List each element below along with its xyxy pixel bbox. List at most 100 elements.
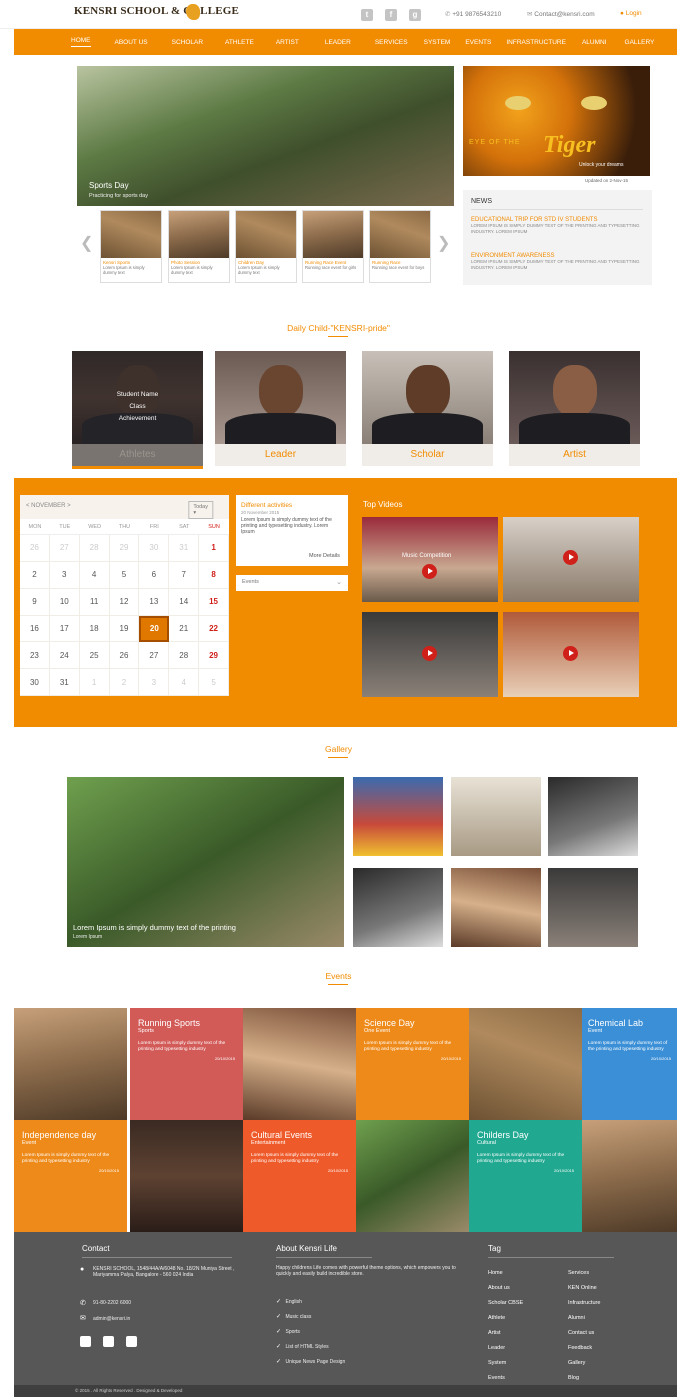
calendar-day[interactable]: 26: [109, 642, 140, 670]
footer-tag-link[interactable]: Feedback: [568, 1341, 600, 1356]
footer-tag-link[interactable]: Infrastructure: [568, 1296, 600, 1311]
calendar-day[interactable]: 27: [139, 642, 170, 670]
calendar-day[interactable]: 15: [199, 588, 229, 616]
nav-gallery[interactable]: GALLERY: [625, 39, 655, 46]
email-contact[interactable]: ✉ Contact@kensri.com: [527, 10, 595, 18]
calendar-day[interactable]: 10: [49, 588, 80, 616]
calendar-day[interactable]: 1: [199, 535, 229, 562]
slider-thumb[interactable]: Children Day Lorem Ipsum is simply dummy…: [235, 210, 297, 283]
daily-card-leader[interactable]: Leader: [215, 351, 346, 469]
nav-alumni[interactable]: ALUMNI: [582, 39, 607, 46]
calendar-day[interactable]: 24: [49, 642, 80, 670]
daily-card-athletes[interactable]: Student Name Class Achievement Athletes: [72, 351, 203, 469]
calendar-day[interactable]: 29: [199, 642, 229, 670]
footer-tag-link[interactable]: Blog: [568, 1371, 600, 1386]
slider-thumb[interactable]: Running Race Event Running race event fo…: [302, 210, 364, 283]
calendar-day[interactable]: 28: [79, 535, 110, 562]
footer-tag-link[interactable]: Scholar CBSE: [488, 1296, 523, 1311]
today-button[interactable]: Today ▾: [188, 501, 213, 519]
google-plus-icon[interactable]: [126, 1336, 137, 1347]
footer-tag-link[interactable]: KEN Online: [568, 1281, 600, 1296]
twitter-icon[interactable]: t: [361, 9, 373, 21]
nav-services[interactable]: SERVICES: [375, 39, 408, 46]
nav-scholar[interactable]: SCHOLAR: [172, 39, 203, 46]
nav-artist[interactable]: ARTIST: [276, 39, 299, 46]
calendar-day[interactable]: 31: [49, 669, 80, 696]
phone-contact[interactable]: ✆ +91 9876543210: [445, 10, 501, 18]
event-card[interactable]: Independence day Event Lorem Ipsum is si…: [14, 1120, 127, 1232]
calendar-day[interactable]: 4: [79, 561, 110, 589]
calendar-day[interactable]: 5: [199, 669, 229, 696]
slider-prev-icon[interactable]: ❮: [80, 233, 93, 253]
play-icon[interactable]: [563, 646, 578, 661]
footer-tag-link[interactable]: Contact us: [568, 1326, 600, 1341]
slider-thumb[interactable]: Photo Session Lorem Ipsum is simply dumm…: [168, 210, 230, 283]
calendar-day[interactable]: 6: [139, 561, 170, 589]
daily-card-scholar[interactable]: Scholar: [362, 351, 493, 469]
calendar-day[interactable]: 13: [139, 588, 170, 616]
video-thumb[interactable]: Music Competition: [362, 517, 498, 602]
activity-title[interactable]: Different activities: [241, 502, 292, 509]
calendar-day[interactable]: 16: [20, 615, 50, 643]
video-thumb[interactable]: [503, 612, 639, 697]
footer-tag-link[interactable]: Services: [568, 1266, 600, 1281]
nav-system[interactable]: SYSTEM: [424, 39, 451, 46]
gallery-main-image[interactable]: Lorem Ipsum is simply dummy text of the …: [67, 777, 344, 947]
footer-tag-link[interactable]: About us: [488, 1281, 523, 1296]
facebook-icon[interactable]: f: [385, 9, 397, 21]
events-select[interactable]: Events ⌄: [236, 575, 348, 591]
event-card[interactable]: Science Day One Event Lorem Ipsum is sim…: [356, 1008, 469, 1120]
video-thumb[interactable]: [503, 517, 639, 602]
calendar-day[interactable]: 25: [79, 642, 110, 670]
calendar-day[interactable]: 19: [109, 615, 140, 643]
slider-thumb[interactable]: Kensri Sports Lorem Ipsum is simply dumm…: [100, 210, 162, 283]
footer-tag-link[interactable]: Athlete: [488, 1311, 523, 1326]
footer-tag-link[interactable]: Artist: [488, 1326, 523, 1341]
calendar-day[interactable]: 17: [49, 615, 80, 643]
facebook-icon[interactable]: [103, 1336, 114, 1347]
calendar-day[interactable]: 12: [109, 588, 140, 616]
footer-tag-link[interactable]: Gallery: [568, 1356, 600, 1371]
calendar-day[interactable]: 26: [20, 535, 50, 562]
calendar-day[interactable]: 4: [169, 669, 200, 696]
calendar-day[interactable]: 22: [199, 615, 229, 643]
calendar-day[interactable]: 2: [109, 669, 140, 696]
login-link[interactable]: ● Login: [620, 10, 642, 17]
slider-thumb[interactable]: Running Race Running race event for boys: [369, 210, 431, 283]
event-card[interactable]: Chemical Lab Event Lorem Ipsum is simply…: [582, 1008, 677, 1120]
calendar-day[interactable]: 3: [49, 561, 80, 589]
calendar-day[interactable]: 9: [20, 588, 50, 616]
google-plus-icon[interactable]: g: [409, 9, 421, 21]
more-details-link[interactable]: More Details: [309, 553, 340, 559]
calendar-day[interactable]: 8: [199, 561, 229, 589]
footer-email[interactable]: admin@kensri.in: [93, 1316, 130, 1322]
nav-home[interactable]: HOME: [71, 37, 91, 47]
gallery-thumb[interactable]: [353, 868, 443, 947]
calendar-day[interactable]: 20: [139, 615, 170, 643]
news-item[interactable]: ENVIRONMENT AWARENESS LOREM IPSUM IS SIM…: [471, 253, 646, 271]
event-card[interactable]: Cultural Events Entertainment Lorem Ipsu…: [243, 1120, 356, 1232]
calendar-day[interactable]: 30: [20, 669, 50, 696]
calendar-day[interactable]: 29: [109, 535, 140, 562]
footer-tag-link[interactable]: System: [488, 1356, 523, 1371]
play-icon[interactable]: [422, 564, 437, 579]
calendar-day[interactable]: 5: [109, 561, 140, 589]
event-card[interactable]: Running Sports Sports Lorem Ipsum is sim…: [130, 1008, 243, 1120]
calendar-day[interactable]: 30: [139, 535, 170, 562]
calendar-day[interactable]: 23: [20, 642, 50, 670]
calendar-day[interactable]: 3: [139, 669, 170, 696]
gallery-thumb[interactable]: [548, 868, 638, 947]
calendar-day[interactable]: 27: [49, 535, 80, 562]
footer-tag-link[interactable]: Events: [488, 1371, 523, 1386]
calendar-day[interactable]: 31: [169, 535, 200, 562]
slider-next-icon[interactable]: ❯: [437, 233, 450, 253]
nav-events[interactable]: EVENTS: [465, 39, 491, 46]
footer-tag-link[interactable]: Alumni: [568, 1311, 600, 1326]
calendar-day[interactable]: 21: [169, 615, 200, 643]
calendar-day[interactable]: 28: [169, 642, 200, 670]
calendar-day[interactable]: 18: [79, 615, 110, 643]
school-logo[interactable]: KENSRI SCHOOL & COLLEGE: [74, 4, 239, 25]
gallery-thumb[interactable]: [548, 777, 638, 856]
calendar-day[interactable]: 7: [169, 561, 200, 589]
gallery-thumb[interactable]: [451, 777, 541, 856]
